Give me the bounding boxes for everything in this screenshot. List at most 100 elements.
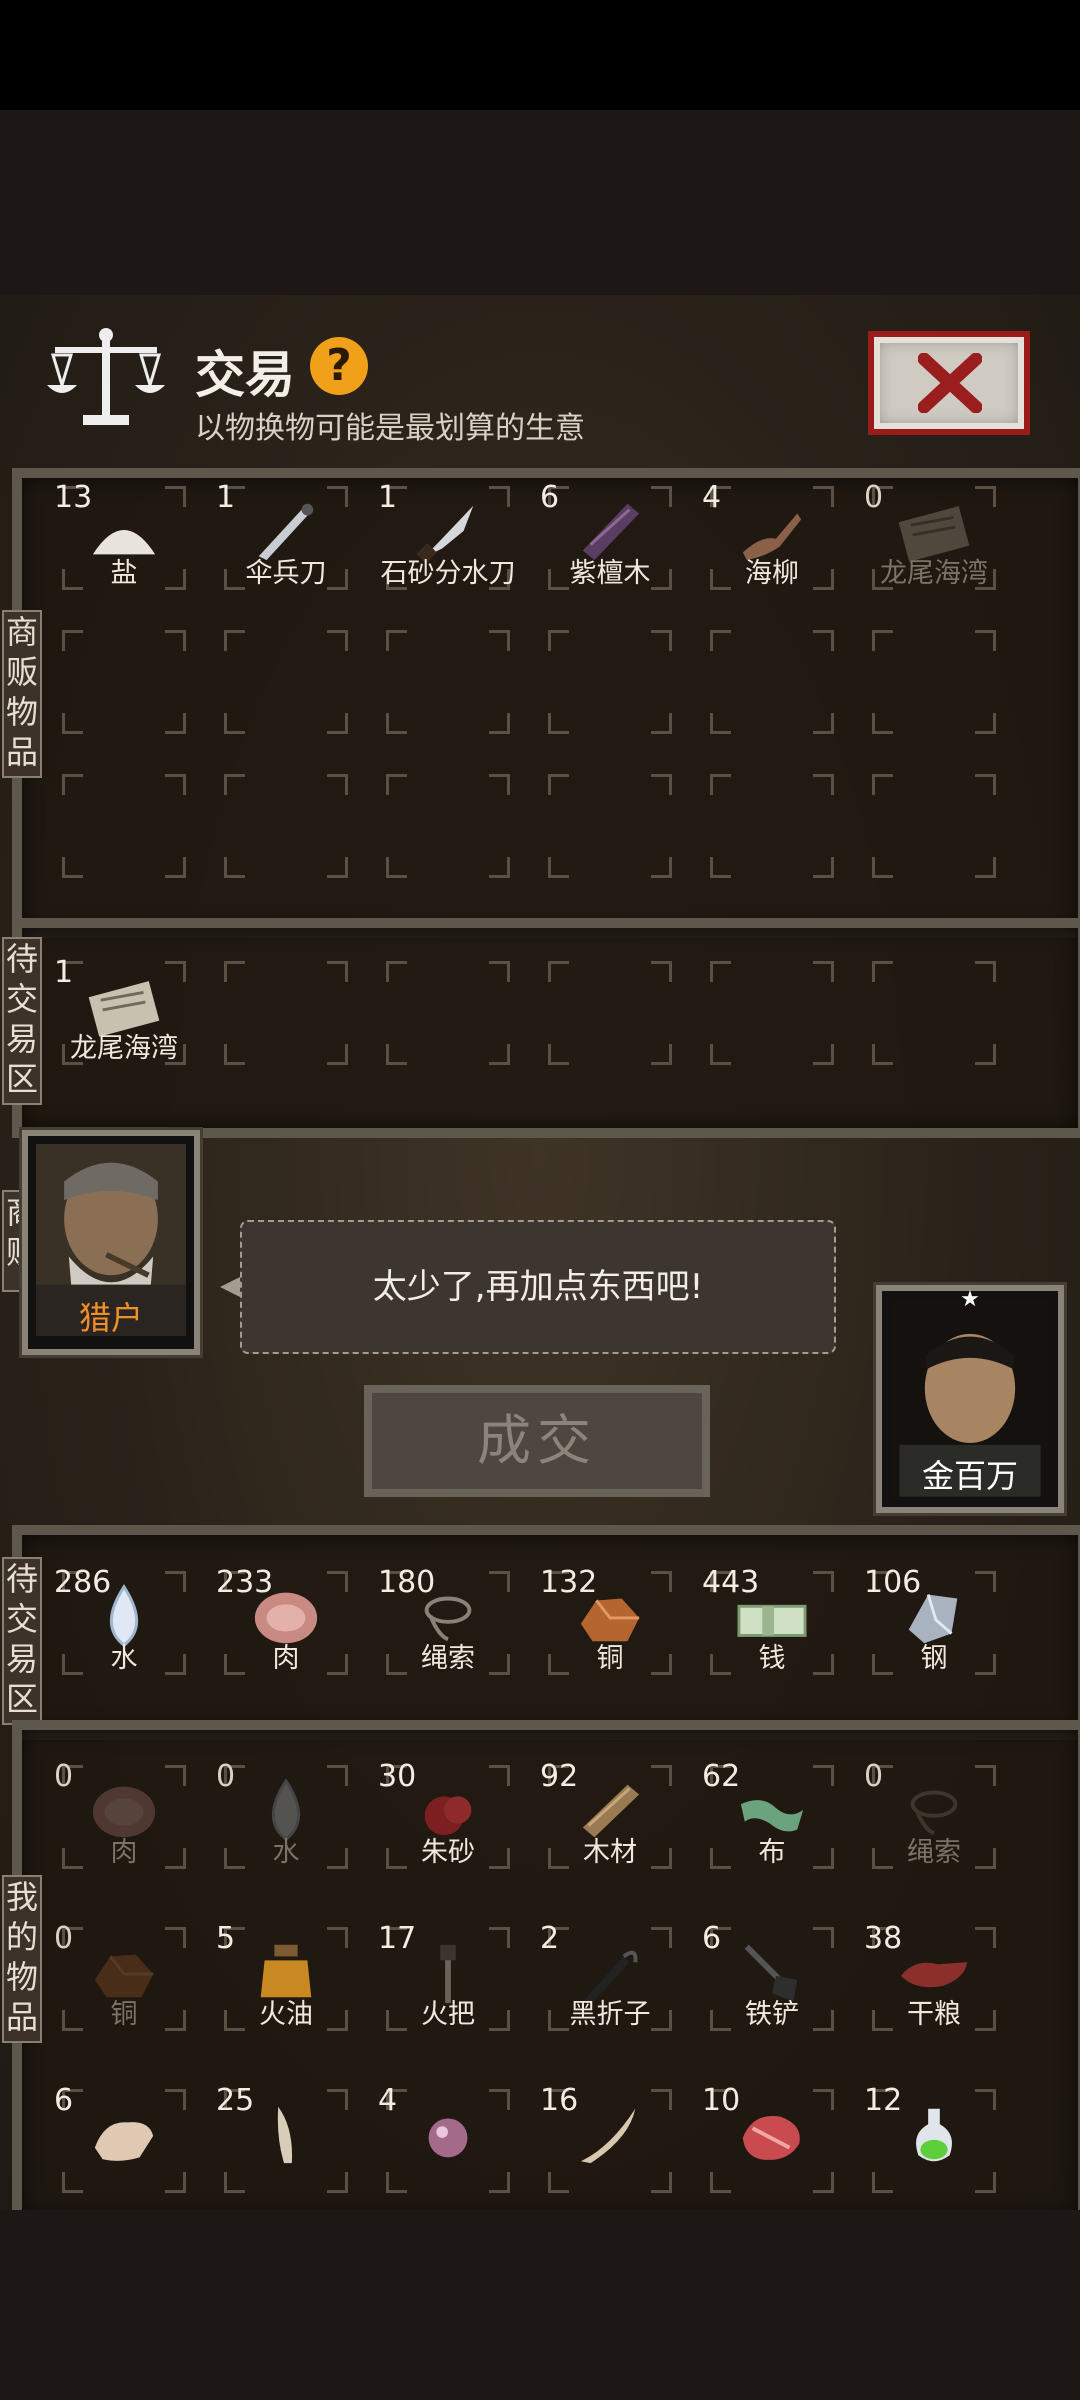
slot-corner xyxy=(327,2172,348,2193)
status-bar-area xyxy=(0,0,1080,110)
item-name: 水 xyxy=(110,1643,138,1674)
item-count: 10 xyxy=(702,2083,741,2118)
help-icon[interactable]: ? xyxy=(310,337,368,395)
slot-corner xyxy=(224,774,245,795)
fang-icon xyxy=(580,2108,636,2164)
slot-corner xyxy=(165,2172,186,2193)
slot-corner xyxy=(489,1927,510,1948)
item-count: 6 xyxy=(702,1921,722,1956)
item-slot[interactable]: 6 xyxy=(44,2081,204,2201)
vendor-portrait: 猎户 xyxy=(22,1130,200,1355)
item-count: 4 xyxy=(702,480,722,515)
tab-my-items[interactable]: 我的物品 xyxy=(2,1875,42,2043)
item-count: 2 xyxy=(540,1921,560,1956)
slot-corner xyxy=(813,1571,834,1592)
item-count: 4 xyxy=(378,2083,398,2118)
item-slot[interactable]: 443 钱 xyxy=(692,1563,852,1683)
item-slot[interactable]: 0 龙尾海湾 xyxy=(854,478,1014,598)
slot-corner xyxy=(489,857,510,878)
item-slot[interactable]: 4 海柳 xyxy=(692,478,852,598)
close-button[interactable] xyxy=(868,331,1030,435)
item-slot[interactable]: 233 肉 xyxy=(206,1563,366,1683)
deal-button[interactable]: 成交 xyxy=(364,1385,710,1497)
slot-corner xyxy=(165,1765,186,1786)
item-slot[interactable]: 13 盐 xyxy=(44,478,204,598)
slot-corner xyxy=(548,857,569,878)
tab-vendor-items[interactable]: 商贩物品 xyxy=(2,610,42,778)
slot-corner xyxy=(489,713,510,734)
item-slot[interactable]: 38 干粮 xyxy=(854,1919,1014,2039)
tab-my-pending[interactable]: 待交易区 xyxy=(2,1557,42,1725)
item-name: 钱 xyxy=(758,1643,786,1674)
item-slot[interactable]: 92 木材 xyxy=(530,1757,690,1877)
item-slot[interactable]: 1 石砂分水刀 xyxy=(368,478,528,598)
item-name: 布 xyxy=(758,1837,786,1868)
slot-corner xyxy=(165,486,186,507)
balance-scale-icon xyxy=(47,328,165,425)
item-count: 233 xyxy=(216,1565,274,1600)
slot-corner xyxy=(224,857,245,878)
item-slot[interactable]: 132 铜 xyxy=(530,1563,690,1683)
slot-corner xyxy=(224,630,245,651)
item-slot[interactable]: 0 绳索 xyxy=(854,1757,1014,1877)
item-slot[interactable]: 2 黑折子 xyxy=(530,1919,690,2039)
item-slot[interactable]: 180 绳索 xyxy=(368,1563,528,1683)
item-slot[interactable]: 0肉 xyxy=(44,1757,204,1877)
item-slot[interactable]: 10 xyxy=(692,2081,852,2201)
slot-corner xyxy=(327,1765,348,1786)
empty-slot xyxy=(206,766,366,886)
slot-corner xyxy=(489,2089,510,2110)
item-slot[interactable]: 1 龙尾海湾 xyxy=(44,953,204,1073)
slot-corner xyxy=(975,486,996,507)
tab-vendor-pending[interactable]: 待交易区 xyxy=(2,937,42,1105)
empty-slot xyxy=(854,622,1014,742)
item-slot[interactable]: 0水 xyxy=(206,1757,366,1877)
item-count: 0 xyxy=(216,1759,236,1794)
item-name: 火油 xyxy=(259,1999,313,2030)
slot-corner xyxy=(651,713,672,734)
slot-corner xyxy=(813,961,834,982)
item-name: 紫檀木 xyxy=(569,558,651,589)
slot-corner xyxy=(813,2089,834,2110)
item-slot[interactable]: 12 xyxy=(854,2081,1014,2201)
item-name: 铜 xyxy=(110,1999,138,2030)
item-slot[interactable]: 17 火把 xyxy=(368,1919,528,2039)
empty-slot xyxy=(206,622,366,742)
slot-corner xyxy=(386,961,407,982)
item-slot[interactable]: 6 铁铲 xyxy=(692,1919,852,2039)
empty-slot xyxy=(692,953,852,1073)
slot-corner xyxy=(813,630,834,651)
slot-corner xyxy=(975,630,996,651)
item-slot[interactable]: 106 钢 xyxy=(854,1563,1014,1683)
slot-corner xyxy=(386,2172,407,2193)
slot-corner xyxy=(710,961,731,982)
star-icon: ★ xyxy=(960,1287,980,1312)
item-slot[interactable]: 62 布 xyxy=(692,1757,852,1877)
item-slot[interactable]: 5 火油 xyxy=(206,1919,366,2039)
item-slot[interactable]: 30 朱砂 xyxy=(368,1757,528,1877)
item-count: 38 xyxy=(864,1921,903,1956)
item-count: 1 xyxy=(216,480,236,515)
item-count: 106 xyxy=(864,1565,922,1600)
slot-corner xyxy=(872,1044,893,1065)
item-slot[interactable]: 1 伞兵刀 xyxy=(206,478,366,598)
empty-slot xyxy=(206,953,366,1073)
item-name: 铜 xyxy=(596,1643,624,1674)
slot-corner xyxy=(327,1044,348,1065)
item-count: 180 xyxy=(378,1565,436,1600)
item-slot[interactable]: 25 xyxy=(206,2081,366,2201)
slot-corner xyxy=(165,857,186,878)
slot-corner xyxy=(489,1571,510,1592)
item-slot[interactable]: 0铜 xyxy=(44,1919,204,2039)
item-slot[interactable]: 6 紫檀木 xyxy=(530,478,690,598)
slot-corner xyxy=(813,774,834,795)
item-slot[interactable]: 16 xyxy=(530,2081,690,2201)
item-slot[interactable]: 286 水 xyxy=(44,1563,204,1683)
player-portrait: ★ 金百万 xyxy=(876,1285,1064,1513)
slot-corner xyxy=(975,2089,996,2110)
empty-slot xyxy=(854,766,1014,886)
slot-corner xyxy=(224,1044,245,1065)
item-count: 0 xyxy=(864,1759,884,1794)
item-slot[interactable]: 4 xyxy=(368,2081,528,2201)
slot-corner xyxy=(651,486,672,507)
